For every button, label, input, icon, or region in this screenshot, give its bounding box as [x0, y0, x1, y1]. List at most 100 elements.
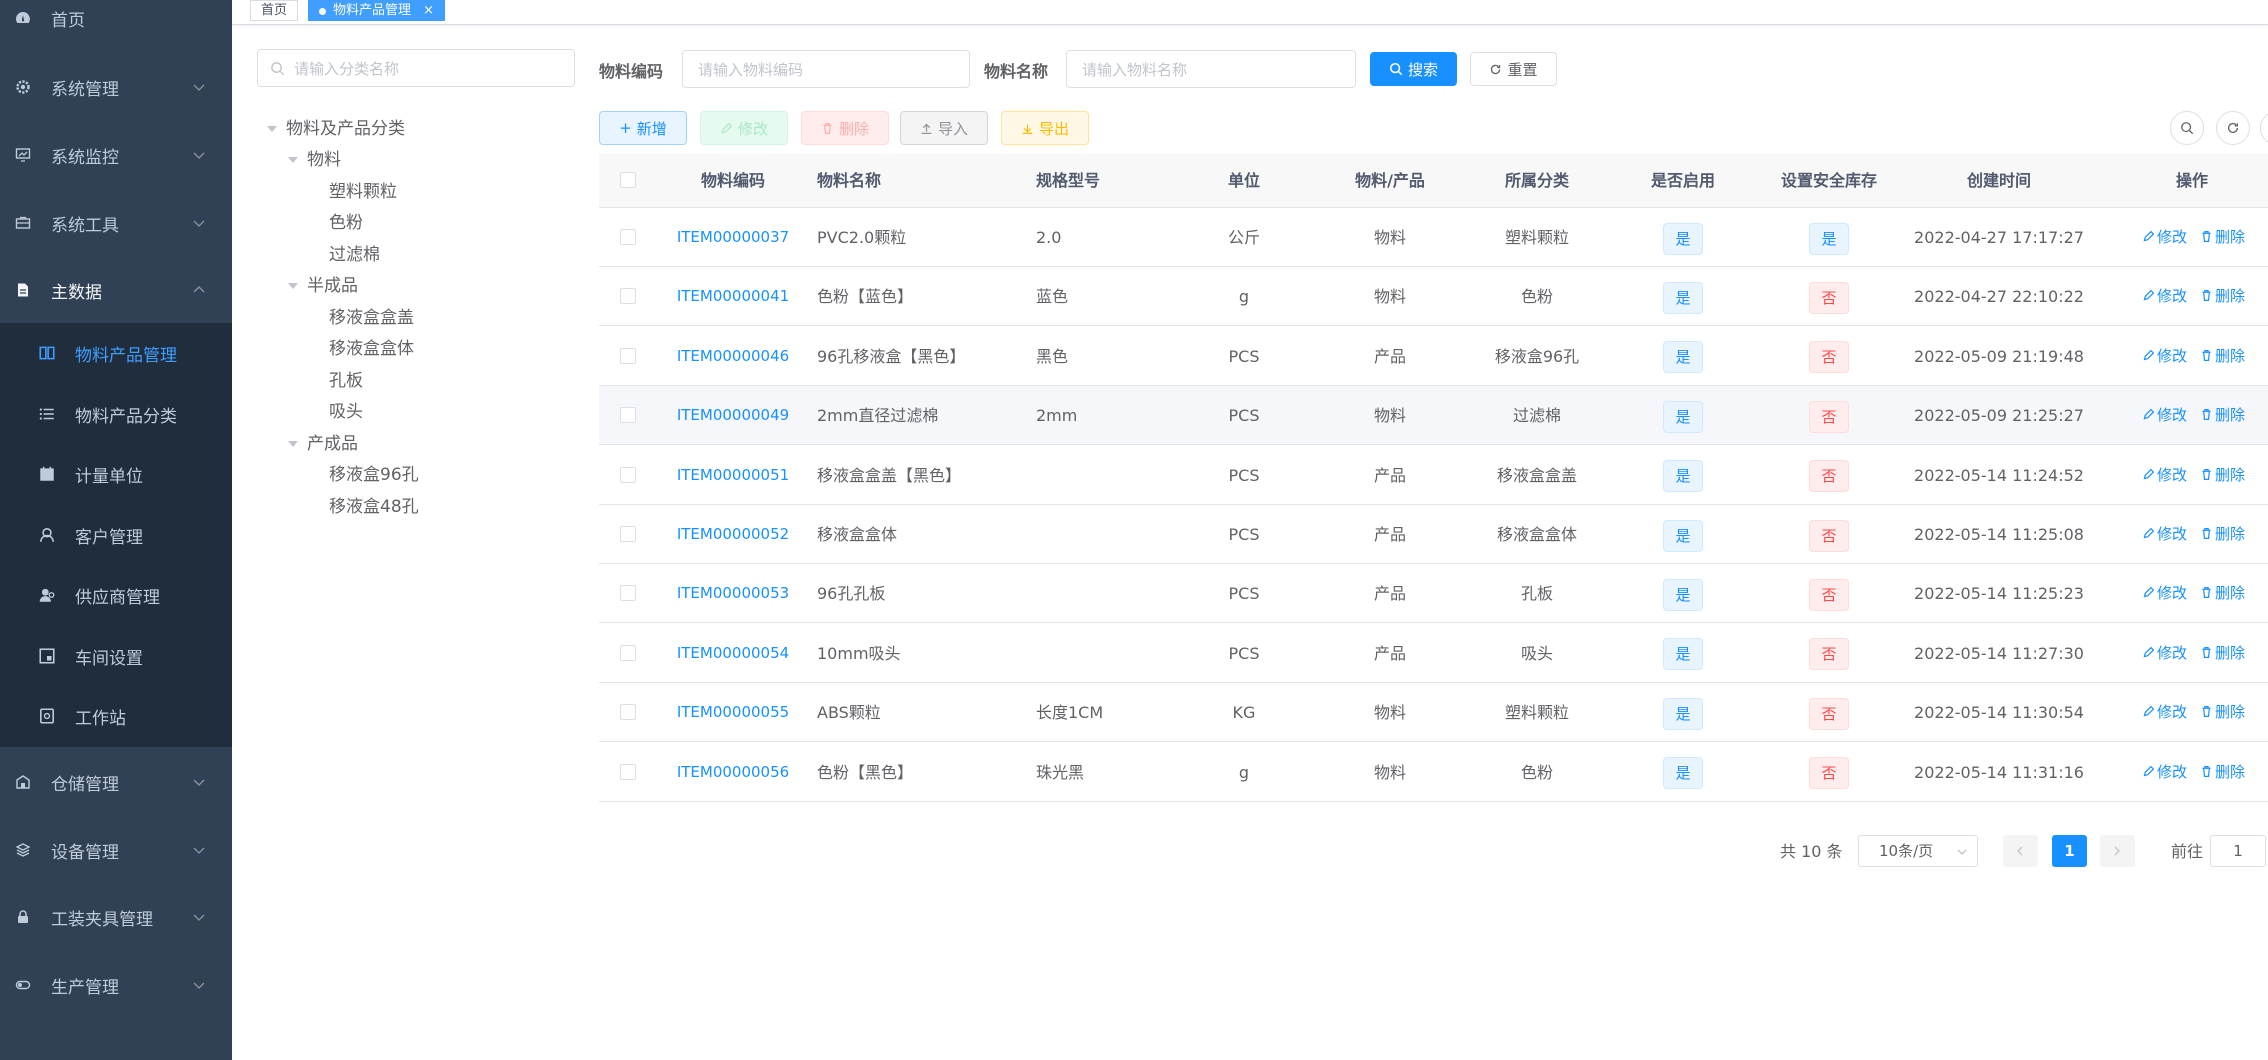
reset-button[interactable]: 重置 [1470, 52, 1557, 86]
enabled-badge: 是 [1663, 519, 1703, 552]
tree-node-label: 移液盒盒体 [329, 339, 414, 359]
row-delete-button[interactable]: 删除 [2200, 683, 2245, 742]
row-delete-button[interactable]: 删除 [2200, 267, 2245, 326]
menu-group-4[interactable]: 仓储管理 [0, 748, 232, 816]
row-delete-button[interactable]: 删除 [2200, 624, 2245, 683]
tree-node-leaf[interactable]: 过滤棉 [329, 242, 380, 268]
edit-icon [2143, 765, 2155, 776]
tree-node-leaf[interactable]: 移液盒盒体 [329, 336, 414, 362]
add-button[interactable]: + 新增 [599, 111, 687, 145]
page-size-select[interactable]: 10条/页 [1858, 835, 1978, 867]
sidebar-sub-item-0[interactable]: 物料产品管理 [0, 323, 232, 383]
menu-home[interactable]: 首页 [0, 0, 232, 52]
menu-group-6[interactable]: 工装夹具管理 [0, 883, 232, 951]
table-row[interactable]: ITEM00000055 ABS颗粒 长度1CM KG 物料 塑料颗粒是否 2022-05-… [599, 683, 2268, 743]
material-code-input[interactable]: 请输入物料编码 [682, 50, 970, 88]
row-edit-button[interactable]: 修改 [2142, 446, 2187, 505]
material-code-link[interactable]: ITEM00000053 [633, 564, 833, 623]
tag-current-label: 物料产品管理 [333, 3, 412, 18]
sidebar-sub-item-6[interactable]: 工作站 [0, 686, 232, 746]
tree-node-group[interactable]: 物料 [288, 147, 341, 173]
sidebar-sub-item-2[interactable]: 计量单位 [0, 444, 232, 504]
table-row[interactable]: ITEM00000052 移液盒盒体 PCS 产品 移液盒盒体是否 2022-05-14 … [599, 505, 2268, 564]
sidebar-sub-item-4[interactable]: 供应商管理 [0, 565, 232, 625]
row-edit-button[interactable]: 修改 [2142, 327, 2187, 386]
row-edit-button[interactable]: 修改 [2142, 683, 2187, 742]
tree-node-leaf[interactable]: 吸头 [329, 399, 363, 425]
safe-stock-badge: 否 [1809, 697, 1849, 730]
table-row[interactable]: ITEM00000051 移液盒盒盖【黑色】 PCS 产品 移液盒盒盖是否 2022-05… [599, 446, 2268, 505]
tree-node-leaf[interactable]: 塑料颗粒 [329, 179, 397, 205]
row-edit-button[interactable]: 修改 [2142, 386, 2187, 445]
row-edit-button[interactable]: 修改 [2142, 743, 2187, 802]
row-edit-button[interactable]: 修改 [2142, 267, 2187, 326]
table-row[interactable]: ITEM00000053 96孔孔板 PCS 产品 孔板是否 2022-05-14 11:… [599, 564, 2268, 624]
tree-node-leaf[interactable]: 移液盒盒盖 [329, 305, 414, 331]
enabled-badge: 是 [1663, 341, 1703, 374]
material-code-link[interactable]: ITEM00000054 [633, 624, 833, 683]
sidebar-sub-item-5[interactable]: 车间设置 [0, 626, 232, 686]
tree-node-leaf[interactable]: 移液盒96孔 [329, 462, 419, 488]
menu-group-1[interactable]: 系统监控 [0, 121, 232, 189]
material-name-cell: 96孔移液盒【黑色】 [817, 346, 966, 366]
table-row[interactable]: ITEM00000049 2mm直径过滤棉 2mm PCS 物料 过滤棉是否 2022-05… [599, 386, 2268, 446]
table-row[interactable]: ITEM00000056 色粉【黑色】 珠光黑 g 物料 色粉是否 2022-05-14 1… [599, 743, 2268, 802]
row-delete-button[interactable]: 删除 [2200, 208, 2245, 267]
tag-current[interactable]: 物料产品管理 × [308, 0, 446, 21]
row-edit-button[interactable]: 修改 [2142, 505, 2187, 564]
row-delete-button[interactable]: 删除 [2200, 505, 2245, 564]
row-delete-button[interactable]: 删除 [2200, 743, 2245, 802]
material-code-link[interactable]: ITEM00000056 [633, 743, 833, 802]
material-code-link[interactable]: ITEM00000051 [633, 446, 833, 505]
tree-node-root[interactable]: 物料及产品分类 [267, 116, 405, 142]
columns-button[interactable] [2260, 111, 2268, 145]
export-button[interactable]: 导出 [1001, 111, 1089, 145]
table-row[interactable]: ITEM00000041 色粉【蓝色】 蓝色 g 物料 色粉是否 2022-04-27 22… [599, 267, 2268, 327]
row-delete-button[interactable]: 删除 [2200, 564, 2245, 623]
row-edit-button[interactable]: 修改 [2142, 564, 2187, 623]
prev-page-button[interactable] [2003, 835, 2038, 867]
goto-page-input[interactable]: 1 [2210, 835, 2266, 867]
row-delete-label: 删除 [2215, 406, 2246, 425]
refresh-table-button[interactable] [2216, 111, 2250, 145]
tree-node-label: 移液盒盒盖 [329, 307, 414, 328]
menu-group-0[interactable]: 系统管理 [0, 53, 232, 121]
tag-close-icon[interactable]: × [423, 3, 434, 18]
tree-node-leaf[interactable]: 移液盒48孔 [329, 494, 419, 520]
tree-node-group[interactable]: 产成品 [288, 431, 358, 457]
table-row[interactable]: ITEM00000054 10mm吸头 PCS 产品 吸头是否 2022-05-14 11… [599, 624, 2268, 683]
row-edit-button[interactable]: 修改 [2142, 624, 2187, 683]
table-row[interactable]: ITEM00000037 PVC2.0颗粒 2.0 公斤 物料 塑料颗粒是是 2022-04… [599, 208, 2268, 267]
row-delete-button[interactable]: 删除 [2200, 327, 2245, 386]
table-row[interactable]: ITEM00000046 96孔移液盒【黑色】 黑色 PCS 产品 移液盒96孔是否 202… [599, 327, 2268, 386]
material-code-link[interactable]: ITEM00000041 [633, 267, 833, 326]
tree-node-group[interactable]: 半成品 [288, 273, 358, 299]
search-button[interactable]: 搜索 [1370, 52, 1457, 86]
menu-group-5[interactable]: 设备管理 [0, 816, 232, 884]
material-code-link[interactable]: ITEM00000037 [633, 208, 833, 267]
menu-group-2[interactable]: 系统工具 [0, 189, 232, 257]
sidebar-sub-item-3[interactable]: 客户管理 [0, 505, 232, 565]
material-code-link[interactable]: ITEM00000052 [633, 505, 833, 564]
edit-button[interactable]: 修改 [700, 111, 788, 145]
page-number-current[interactable]: 1 [2052, 835, 2087, 867]
menu-group-7[interactable]: 生产管理 [0, 951, 232, 1019]
spec-cell: 2.0 [1036, 228, 1062, 247]
toggle-search-button[interactable] [2170, 111, 2204, 145]
material-code-link[interactable]: ITEM00000046 [633, 327, 833, 386]
material-name-input[interactable]: 请输入物料名称 [1066, 50, 1356, 88]
tag-home[interactable]: 首页 [250, 0, 299, 21]
menu-group-3[interactable]: 主数据 [0, 256, 232, 324]
row-edit-button[interactable]: 修改 [2142, 208, 2187, 267]
row-delete-button[interactable]: 删除 [2200, 386, 2245, 445]
tree-node-leaf[interactable]: 孔板 [329, 368, 363, 394]
category-search-input[interactable]: 请输入分类名称 [257, 49, 575, 87]
delete-button[interactable]: 删除 [801, 111, 889, 145]
import-button[interactable]: 导入 [900, 111, 988, 145]
row-delete-button[interactable]: 删除 [2200, 446, 2245, 505]
material-code-link[interactable]: ITEM00000049 [633, 386, 833, 445]
next-page-button[interactable] [2100, 835, 2135, 867]
sidebar-sub-item-1[interactable]: 物料产品分类 [0, 384, 232, 444]
tree-node-leaf[interactable]: 色粉 [329, 210, 363, 236]
material-code-link[interactable]: ITEM00000055 [633, 683, 833, 742]
